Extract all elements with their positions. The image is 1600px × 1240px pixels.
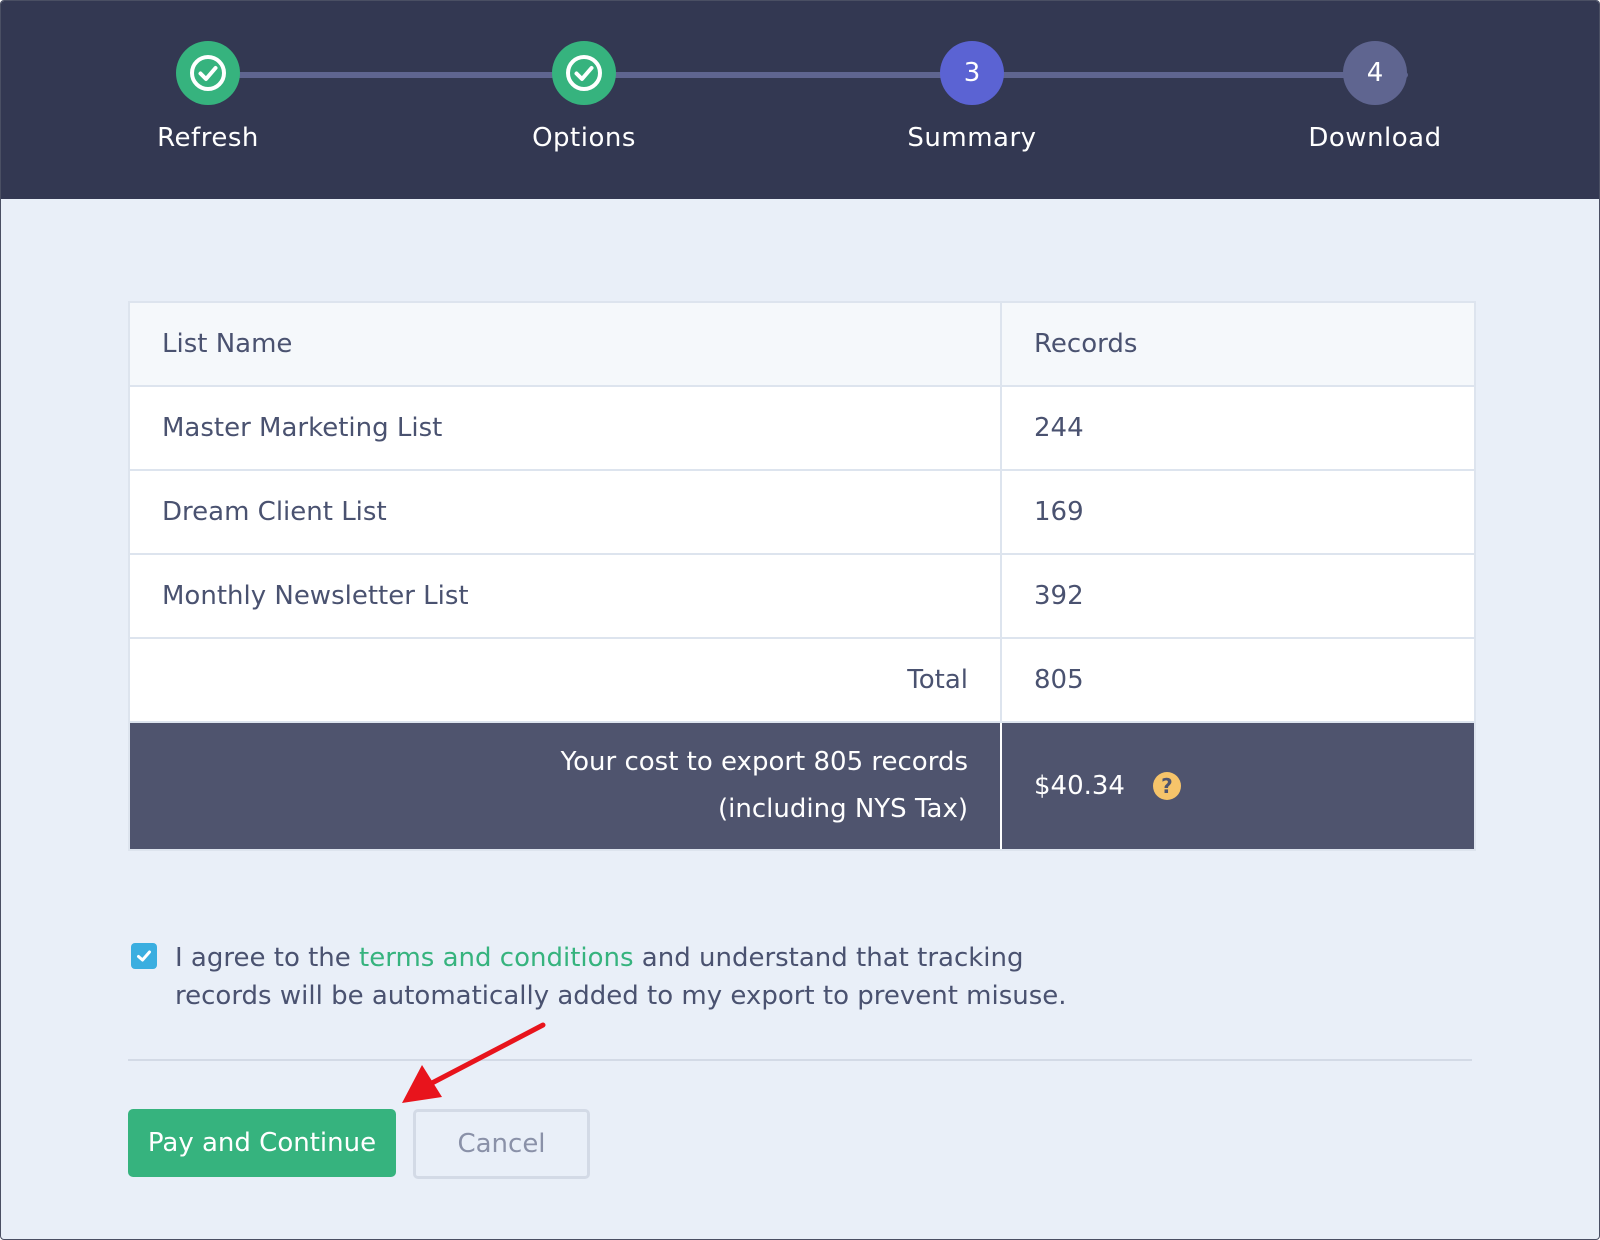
cost-line-2: (including NYS Tax) xyxy=(718,794,968,824)
records-cell: 392 xyxy=(1034,581,1084,611)
cost-value-cell: $40.34 ? xyxy=(1002,723,1474,849)
list-name-cell: Dream Client List xyxy=(130,471,1002,553)
check-circle-icon xyxy=(552,41,616,105)
checkmark-icon xyxy=(137,950,151,962)
step-summary[interactable]: 3 Summary xyxy=(852,41,1092,153)
pay-and-continue-button[interactable]: Pay and Continue xyxy=(128,1109,396,1177)
table-row: Monthly Newsletter List 392 xyxy=(130,555,1474,639)
list-name-cell: Monthly Newsletter List xyxy=(130,555,1002,637)
step-options[interactable]: Options xyxy=(464,41,704,153)
column-header-records: Records xyxy=(1034,329,1138,359)
column-header-list-name: List Name xyxy=(130,303,1002,385)
total-value: 805 xyxy=(1034,665,1084,695)
total-label: Total xyxy=(130,639,1002,721)
step-refresh[interactable]: Refresh xyxy=(88,41,328,153)
agree-checkbox[interactable] xyxy=(131,943,157,969)
stepper-track xyxy=(208,72,1408,78)
records-cell: 244 xyxy=(1034,413,1084,443)
table-row: Master Marketing List 244 xyxy=(130,387,1474,471)
stepper-header: Refresh Options 3 Summary 4 Download xyxy=(1,1,1599,199)
records-cell: 169 xyxy=(1034,497,1084,527)
step-label: Options xyxy=(532,123,636,153)
step-number: 3 xyxy=(940,41,1004,105)
cost-description: Your cost to export 805 records (includi… xyxy=(130,723,1002,849)
table-row: Dream Client List 169 xyxy=(130,471,1474,555)
cost-value: $40.34 xyxy=(1034,771,1125,801)
cancel-button[interactable]: Cancel xyxy=(413,1109,590,1179)
agreement-text: I agree to the terms and conditions and … xyxy=(175,939,1115,1015)
step-label: Refresh xyxy=(157,123,259,153)
export-summary-table: List Name Records Master Marketing List … xyxy=(128,301,1476,851)
step-label: Download xyxy=(1308,123,1442,153)
terms-link[interactable]: terms and conditions xyxy=(359,943,634,973)
step-download[interactable]: 4 Download xyxy=(1255,41,1495,153)
table-header-row: List Name Records xyxy=(130,303,1474,387)
step-label: Summary xyxy=(907,123,1037,153)
annotation-arrow-icon xyxy=(402,1022,546,1103)
terms-agreement: I agree to the terms and conditions and … xyxy=(131,939,1115,1015)
cost-row: Your cost to export 805 records (includi… xyxy=(130,723,1474,849)
check-circle-icon xyxy=(176,41,240,105)
agreement-text-before: I agree to the xyxy=(175,943,360,973)
divider xyxy=(128,1059,1472,1061)
step-number: 4 xyxy=(1343,41,1407,105)
question-circle-icon[interactable]: ? xyxy=(1152,772,1181,800)
export-wizard-window: Refresh Options 3 Summary 4 Download Lis… xyxy=(0,0,1600,1240)
cost-line-1: Your cost to export 805 records xyxy=(560,747,968,777)
total-row: Total 805 xyxy=(130,639,1474,723)
list-name-cell: Master Marketing List xyxy=(130,387,1002,469)
